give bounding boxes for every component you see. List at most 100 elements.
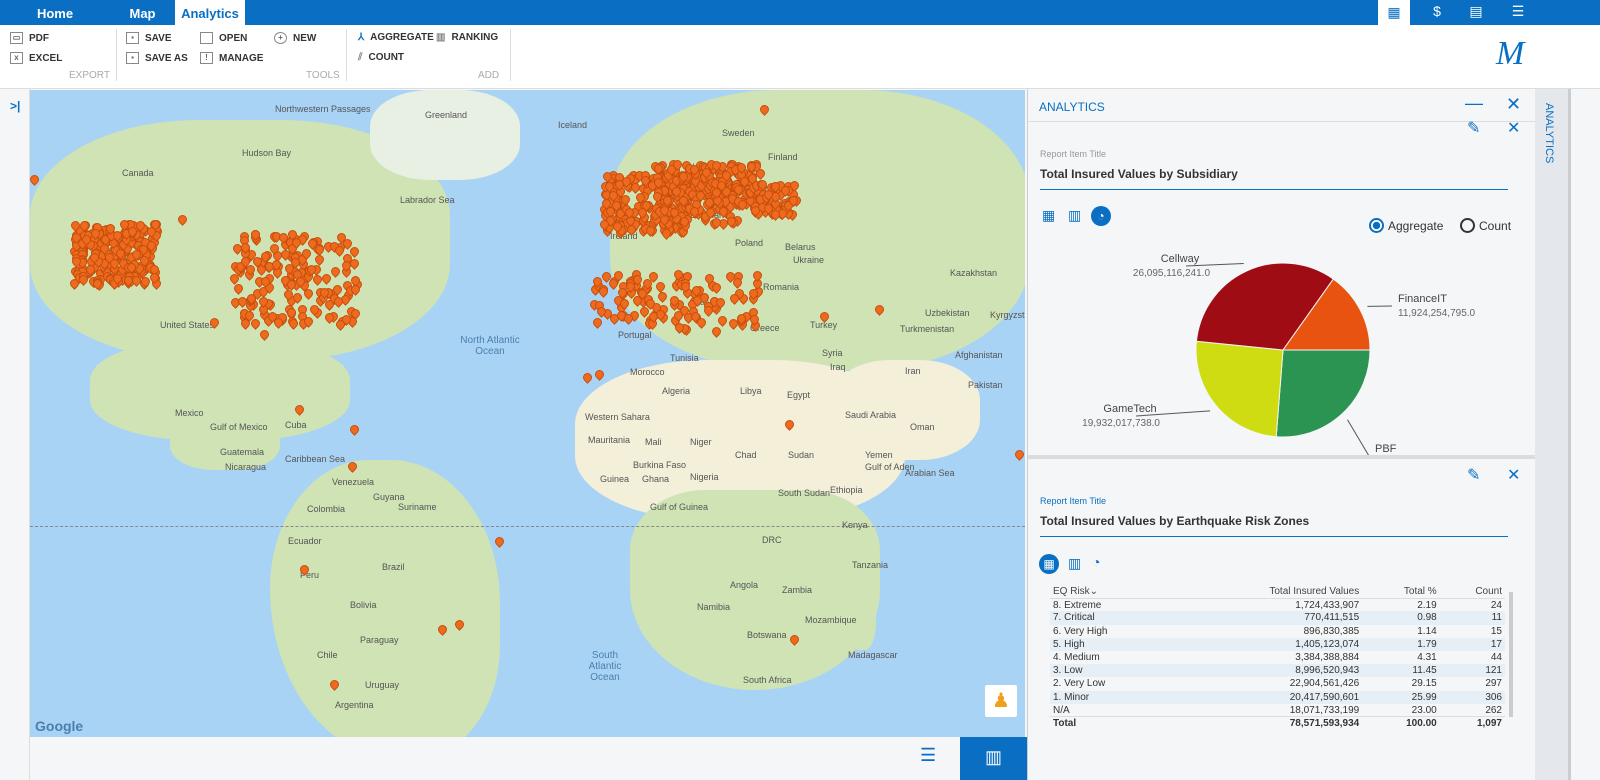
- aggregate-button[interactable]: ⅄ AGGREGATE: [358, 32, 434, 43]
- map-label: Paraguay: [360, 635, 399, 645]
- table-row[interactable]: 1. Minor 20,417,590,601 25.99 306: [1050, 690, 1505, 704]
- land-greenland: [370, 90, 520, 180]
- count-button[interactable]: ⫽ COUNT: [358, 52, 404, 63]
- map-label: Colombia: [307, 504, 346, 514]
- map-view[interactable]: GreenlandIcelandSwedenNorwayFinlandCanad…: [30, 90, 1025, 737]
- new-button[interactable]: + NEW: [274, 32, 316, 44]
- table-cell: 297: [1485, 678, 1502, 690]
- map-label: Gulf of Guinea: [650, 502, 709, 512]
- minimize-icon[interactable]: —: [1465, 93, 1483, 114]
- sort-chevron-icon: ⌄: [1089, 585, 1099, 597]
- analytics-vertical-tab[interactable]: ANALYTICS: [1535, 89, 1568, 780]
- close-card-icon[interactable]: ✕: [1507, 465, 1520, 485]
- table-row[interactable]: 8. Extreme 1,724,433,907 2.19 24: [1050, 598, 1505, 611]
- map-label: Turkmenistan: [900, 324, 955, 334]
- map-label: Ethiopia: [830, 485, 863, 495]
- map-label: Hudson Bay: [242, 148, 292, 158]
- map-label: Venezuela: [332, 477, 375, 487]
- aggregate-icon: ⅄: [358, 32, 365, 43]
- table-cell: 22,904,561,426: [1289, 678, 1360, 690]
- col-header-tiv[interactable]: Total Insured Values: [1171, 585, 1362, 598]
- expand-icon[interactable]: >|: [10, 99, 20, 113]
- map-label: Iceland: [558, 120, 588, 130]
- map-view-button[interactable]: ▥: [960, 737, 1027, 780]
- col-header-count[interactable]: Count: [1440, 585, 1505, 598]
- tab-home[interactable]: Home: [0, 0, 110, 25]
- map-label: Canada: [122, 168, 154, 178]
- edit-pencil-icon[interactable]: ✎: [1467, 465, 1480, 485]
- table-total-row: Total 78,571,593,934 100.00 1,097: [1050, 716, 1505, 730]
- table-cell: 1.79: [1362, 637, 1440, 651]
- table-cell: 1. Minor: [1050, 690, 1171, 704]
- table-row[interactable]: 7. Critical 770,411,515 0.98 11: [1050, 611, 1505, 625]
- table-row[interactable]: 6. Very High 896,830,385 1.14 15: [1050, 625, 1505, 638]
- map-label: Afghanistan: [955, 350, 1003, 360]
- manage-button[interactable]: ! MANAGE: [200, 52, 263, 64]
- location-marker-icon[interactable]: [1013, 448, 1025, 461]
- table-cell: 11.45: [1362, 664, 1440, 678]
- save-icon: ▪: [126, 32, 139, 44]
- location-marker-icon[interactable]: [348, 423, 361, 436]
- bottom-bar: ☰ ▥: [30, 737, 1027, 780]
- menu-icon[interactable]: ☰: [1508, 3, 1528, 21]
- table-row[interactable]: 5. High 1,405,123,074 1.79 17: [1050, 637, 1505, 651]
- excel-button[interactable]: x EXCEL: [10, 52, 62, 64]
- pie-chart-icon[interactable]: ◔: [1092, 554, 1100, 570]
- table-cell: 896,830,385: [1303, 625, 1360, 637]
- map-label: Uruguay: [365, 680, 400, 690]
- location-marker-icon[interactable]: [581, 371, 594, 384]
- location-marker-icon[interactable]: [590, 316, 604, 329]
- divider: [346, 29, 347, 81]
- excel-label: EXCEL: [29, 52, 63, 64]
- map-label: Pakistan: [968, 380, 1003, 390]
- pie-slice-gametech[interactable]: [1195, 340, 1284, 438]
- location-marker-icon[interactable]: [593, 368, 606, 381]
- panel-scrollbar[interactable]: [1568, 89, 1600, 780]
- table-cell: 18,071,733,199: [1289, 704, 1360, 716]
- table-row[interactable]: N/A 18,071,733,199 23.00 262: [1050, 704, 1505, 717]
- map-label: South Africa: [743, 675, 792, 685]
- map-label: Saudi Arabia: [845, 410, 897, 420]
- table-scrollbar[interactable]: [1509, 592, 1513, 717]
- table-view-icon[interactable]: ▦: [1039, 554, 1059, 574]
- tab-map[interactable]: Map: [110, 0, 175, 25]
- save-as-button[interactable]: ▪ SAVE AS: [126, 52, 188, 64]
- report-title-input[interactable]: Total Insured Values by Earthquake Risk …: [1040, 514, 1508, 537]
- col-header-eq-risk[interactable]: EQ Risk⌄: [1050, 585, 1171, 598]
- ranking-button[interactable]: ▥ RANKING: [436, 32, 498, 43]
- pie-chart: PBF20,620,205,160.0GameTech19,932,017,73…: [1082, 253, 1476, 455]
- map-label: Kazakhstan: [950, 268, 998, 278]
- bar-chart-icon[interactable]: ▥: [1068, 555, 1081, 572]
- map-label: Niger: [690, 437, 712, 447]
- scroll-thumb[interactable]: [1568, 89, 1571, 780]
- pie-slice-pbf[interactable]: [1275, 349, 1371, 438]
- location-marker-icon[interactable]: [493, 535, 506, 548]
- eq-risk-table: EQ Risk⌄ Total Insured Values Total % Co…: [1050, 585, 1505, 730]
- map-label: Libya: [740, 386, 762, 396]
- ranking-icon: ▥: [436, 32, 446, 43]
- table-row[interactable]: 4. Medium 3,384,388,884 4.31 44: [1050, 651, 1505, 664]
- col-label: EQ Risk: [1053, 585, 1090, 597]
- close-panel-icon[interactable]: ✕: [1506, 94, 1521, 115]
- map-label: Namibia: [697, 602, 731, 612]
- table-row[interactable]: 2. Very Low 22,904,561,426 29.15 297: [1050, 677, 1505, 690]
- map-label: Mauritania: [588, 435, 631, 445]
- map-label: Suriname: [398, 502, 437, 512]
- finance-doc-icon[interactable]: $: [1427, 3, 1447, 21]
- document-icon[interactable]: ▤: [1466, 3, 1486, 21]
- list-view-icon[interactable]: ☰: [920, 745, 936, 766]
- open-button[interactable]: OPEN: [200, 32, 247, 44]
- map-label: Chile: [317, 650, 338, 660]
- street-view-pegman-icon[interactable]: ♟: [985, 685, 1017, 717]
- col-header-total-pct[interactable]: Total %: [1362, 585, 1439, 598]
- map-label: Poland: [735, 238, 764, 248]
- table-row[interactable]: 3. Low 8,996,520,943 11.45 121: [1050, 664, 1505, 678]
- tab-analytics[interactable]: Analytics: [175, 0, 245, 25]
- manage-icon: !: [200, 52, 213, 64]
- map-label: Egypt: [787, 390, 811, 400]
- pdf-button[interactable]: ▭ PDF: [10, 32, 49, 44]
- save-button[interactable]: ▪ SAVE: [126, 32, 172, 44]
- map-label: Kyrgyzstan: [990, 310, 1025, 320]
- report-icon[interactable]: ▦: [1378, 0, 1410, 25]
- map-label: Ukraine: [793, 255, 825, 265]
